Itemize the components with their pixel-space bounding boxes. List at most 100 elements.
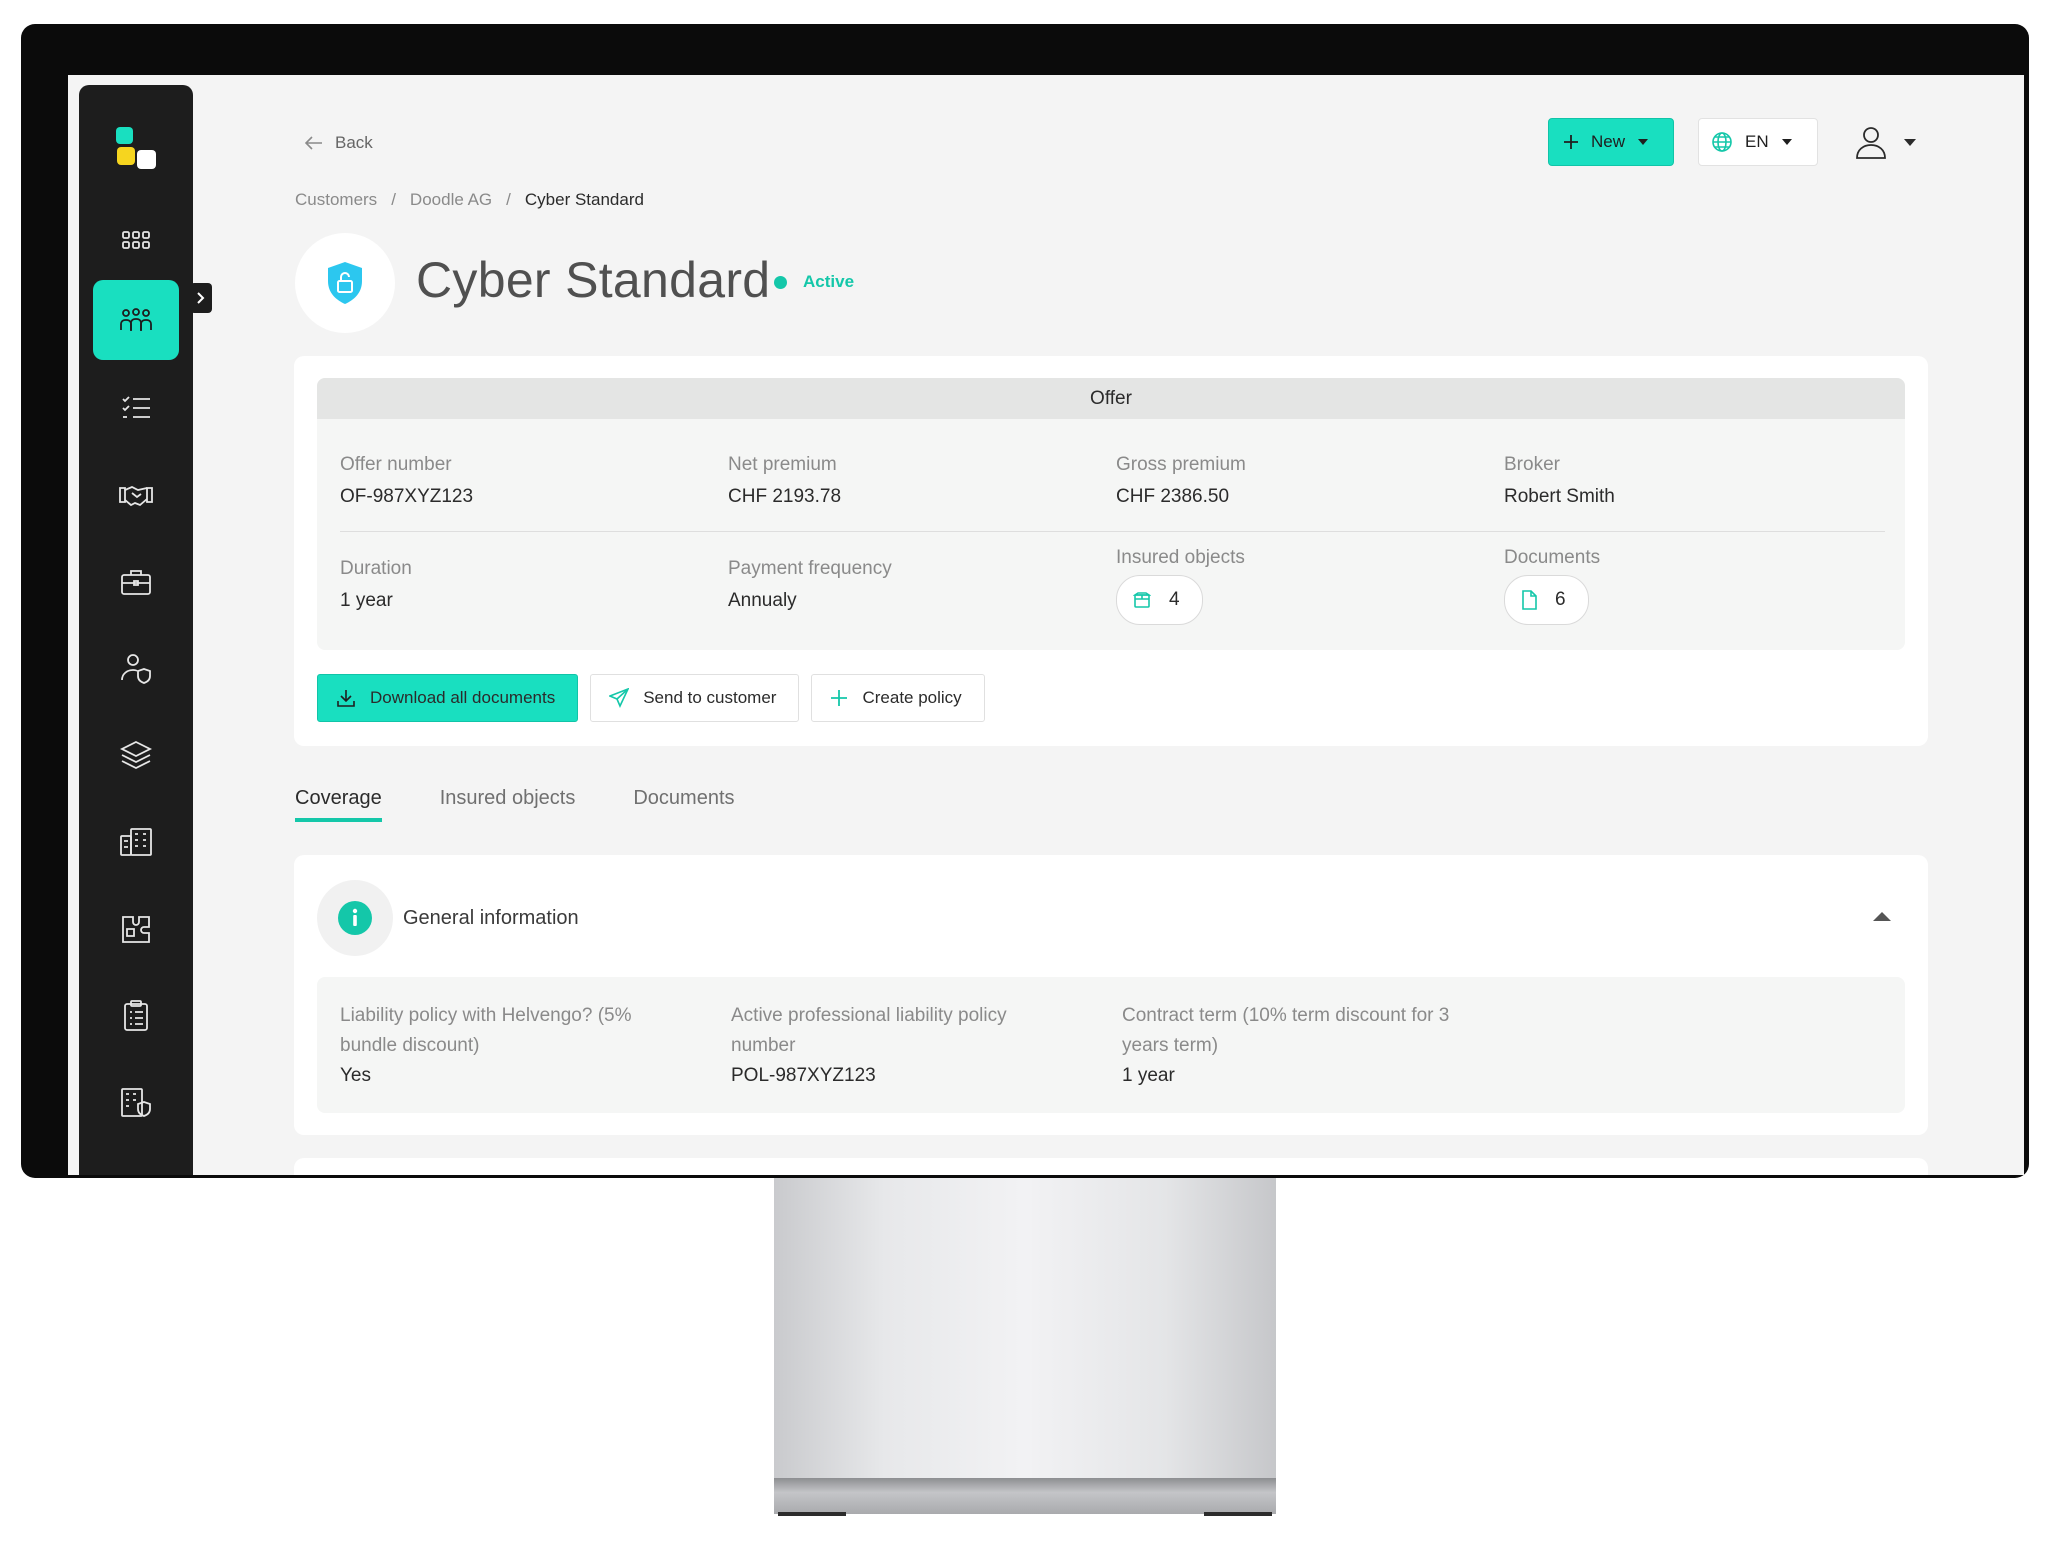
field-label: Documents (1504, 547, 1601, 568)
buildings-icon (120, 828, 152, 856)
info-icon (338, 901, 372, 935)
status-dot (774, 275, 787, 289)
field-value: CHF 2386.50 (1116, 486, 1230, 507)
sidebar-item-tasks[interactable] (93, 368, 179, 448)
plus-icon (831, 690, 848, 706)
payment-frequency-field: Payment frequency Annualy (728, 558, 892, 612)
create-policy-button[interactable]: Create policy (811, 674, 985, 722)
documents-count: 6 (1555, 589, 1566, 610)
document-icon (1522, 590, 1537, 610)
broker-field: Broker Robert Smith (1504, 454, 1615, 508)
sidebar-item-partners[interactable] (93, 455, 179, 535)
status-label: Active (803, 272, 855, 291)
layers-icon (119, 740, 153, 770)
field-value: Yes (340, 1065, 371, 1086)
package-icon (1133, 592, 1151, 608)
general-information-card: General information Liability policy wit… (294, 855, 1928, 1135)
arrow-left-icon (305, 136, 322, 150)
download-label: Download all documents (370, 688, 556, 707)
field-label: Broker (1504, 454, 1560, 475)
tab-bar: Coverage Insured objects Documents (295, 787, 735, 822)
field-label: Contract term (10% term discount for 3 y… (1122, 1005, 1450, 1056)
collapse-caret-icon[interactable] (1872, 910, 1892, 922)
send-to-customer-button[interactable]: Send to customer (590, 674, 800, 722)
field-value: CHF 2193.78 (728, 486, 842, 507)
app-logo (116, 127, 156, 169)
contract-term-field: Contract term (10% term discount for 3 y… (1122, 1001, 1492, 1091)
field-label: Payment frequency (728, 558, 892, 579)
user-menu-caret-icon[interactable] (1903, 138, 1917, 147)
field-label: Net premium (728, 454, 837, 475)
offer-number-field: Offer number OF-987XYZ123 (340, 454, 473, 508)
tasks-icon (122, 396, 150, 418)
field-label: Gross premium (1116, 454, 1246, 475)
app-screen: Back New EN Customers / Doodle AG / Cybe… (68, 75, 2024, 1175)
sidebar-item-companies[interactable] (93, 1062, 179, 1142)
breadcrumb-doodle-ag[interactable]: Doodle AG (410, 190, 492, 210)
sidebar-item-customers[interactable] (93, 280, 179, 360)
sidebar-expand-button[interactable] (190, 283, 212, 313)
tab-documents[interactable]: Documents (633, 787, 734, 822)
send-icon (609, 688, 630, 708)
insured-objects-chip[interactable]: 4 (1116, 575, 1203, 625)
tab-coverage[interactable]: Coverage (295, 787, 382, 822)
breadcrumb-current: Cyber Standard (524, 190, 644, 209)
stand-foot (778, 1512, 846, 1516)
sidebar-item-dashboard[interactable] (93, 200, 179, 280)
new-button[interactable]: New (1548, 118, 1674, 166)
documents-chip[interactable]: 6 (1504, 575, 1589, 625)
breadcrumb-separator: / (506, 190, 511, 209)
field-label: Liability policy with Helvengo? (5% bund… (340, 1005, 632, 1056)
back-label: Back (335, 133, 373, 152)
back-link[interactable]: Back (305, 133, 373, 153)
breadcrumb-customers[interactable]: Customers (295, 190, 377, 210)
general-information-panel: Liability policy with Helvengo? (5% bund… (317, 977, 1905, 1113)
breadcrumb: Customers / Doodle AG / Cyber Standard (295, 190, 644, 210)
user-avatar-icon[interactable] (1851, 122, 1891, 162)
product-avatar (295, 233, 395, 333)
field-value: 1 year (340, 590, 393, 611)
field-value: Robert Smith (1504, 486, 1615, 507)
gross-premium-field: Gross premium CHF 2386.50 (1116, 454, 1246, 508)
stand-foot (1204, 1512, 1272, 1516)
field-label: Duration (340, 558, 412, 579)
offer-heading: Offer (317, 378, 1905, 419)
insured-objects-count: 4 (1169, 589, 1180, 610)
tab-insured-objects[interactable]: Insured objects (440, 787, 576, 822)
send-label: Send to customer (643, 688, 777, 707)
language-select[interactable]: EN (1698, 118, 1818, 166)
field-label: Insured objects (1116, 547, 1245, 568)
sidebar (79, 85, 193, 1175)
sidebar-item-buildings[interactable] (93, 802, 179, 882)
monitor-stand (774, 1178, 1276, 1514)
language-label: EN (1745, 132, 1769, 151)
field-value: OF-987XYZ123 (340, 486, 474, 507)
documents-field: Documents 6 (1504, 547, 1600, 625)
sidebar-item-layers[interactable] (93, 715, 179, 795)
plus-icon (1564, 135, 1578, 149)
caret-down-icon (1781, 139, 1792, 145)
shield-lock-icon (328, 262, 362, 304)
offer-card: Offer Offer number OF-987XYZ123 Net prem… (294, 356, 1928, 746)
customers-icon (120, 308, 152, 331)
clipboard-icon (124, 1000, 148, 1031)
page-title: Cyber Standard (416, 252, 771, 308)
sidebar-item-reports[interactable] (93, 975, 179, 1055)
download-all-documents-button[interactable]: Download all documents (317, 674, 579, 722)
section-title: General information (403, 907, 579, 929)
user-shield-icon (121, 654, 151, 684)
duration-field: Duration 1 year (340, 558, 412, 612)
building-shield-icon (121, 1088, 151, 1117)
dashboard-icon (122, 231, 150, 249)
globe-icon (1712, 132, 1732, 152)
sidebar-item-integrations[interactable] (93, 889, 179, 969)
caret-down-icon (1638, 139, 1649, 145)
puzzle-icon (122, 916, 150, 943)
offer-actions: Download all documents Send to customer … (317, 674, 985, 722)
sidebar-item-portfolio[interactable] (93, 542, 179, 622)
field-label: Offer number (340, 454, 452, 475)
info-icon-wrapper (317, 880, 393, 956)
status-badge: Active (774, 272, 854, 292)
sidebar-item-users[interactable] (93, 628, 179, 708)
partners-icon (119, 486, 153, 507)
